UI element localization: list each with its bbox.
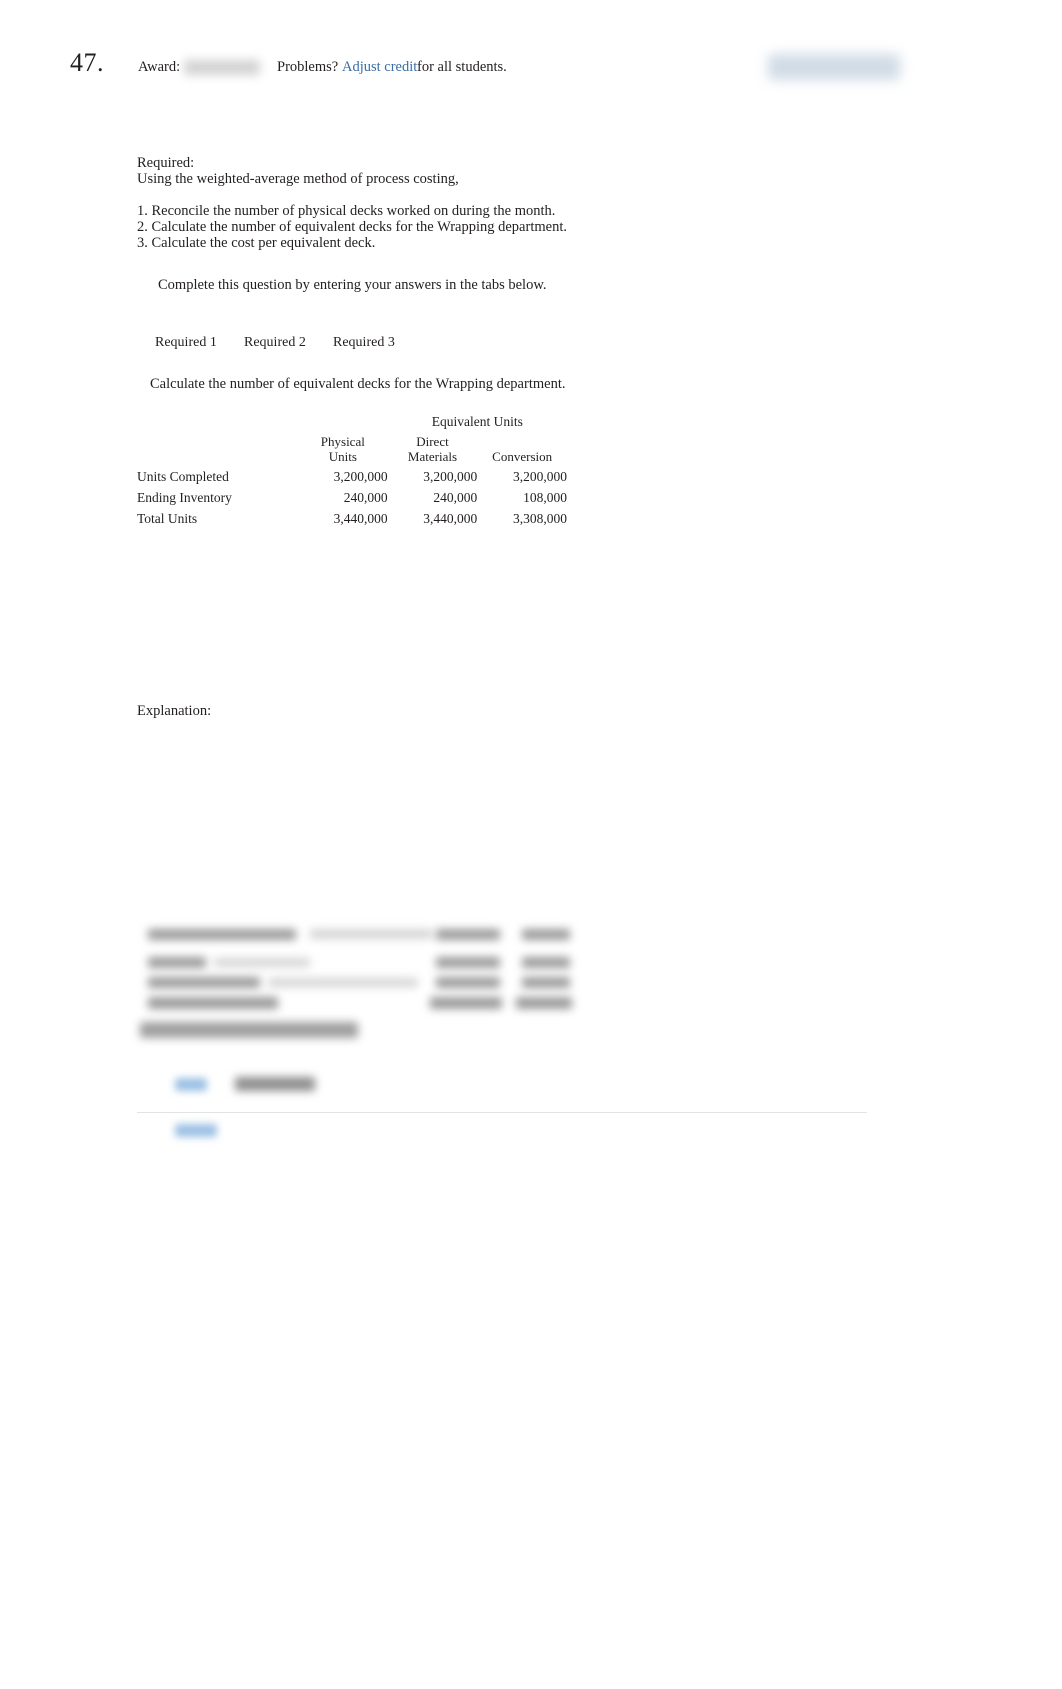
explanation-label: Explanation:: [137, 703, 212, 719]
group-header-spacer: [298, 408, 388, 430]
redacted-text-bar: [268, 978, 418, 987]
cell-units-completed-physical-units: 3,200,000: [333, 469, 388, 484]
tab-required-2[interactable]: Required 2: [244, 335, 306, 351]
table-row: Ending Inventory 240,000 240,000 108,000: [137, 485, 567, 506]
redacted-text-bar: [430, 997, 502, 1009]
cell-ending-inventory-direct-materials: 240,000: [433, 490, 478, 505]
redacted-text-bar: [516, 997, 572, 1009]
redacted-text-bar: [522, 977, 570, 988]
redacted-text-bar: [214, 958, 310, 967]
required-item-2: 2. Calculate the number of equivalent de…: [137, 219, 567, 235]
complete-question-instruction: Complete this question by entering your …: [158, 277, 547, 293]
required-subtitle: Using the weighted-average method of pro…: [137, 171, 459, 187]
redacted-text-bar: [148, 929, 296, 940]
top-right-action-button[interactable]: [768, 54, 900, 80]
award-value-redacted: [184, 60, 260, 75]
table-group-header-row: Equivalent Units: [137, 408, 567, 430]
panel-divider: [137, 1112, 867, 1113]
group-header-equivalent-units: Equivalent Units: [431, 414, 523, 429]
table-column-header-row: Physical Units Direct Materials Conversi…: [137, 430, 567, 464]
required-block: Required: Using the weighted-average met…: [137, 155, 567, 251]
column-header-direct-materials-line1: Direct: [416, 434, 449, 449]
required-title: Required:: [137, 155, 195, 171]
cell-total-units-direct-materials: 3,440,000: [423, 511, 478, 526]
tab-panel-instruction: Calculate the number of equivalent decks…: [150, 376, 566, 392]
table-row: Total Units 3,440,000 3,440,000 3,308,00…: [137, 506, 567, 527]
required-item-3: 3. Calculate the cost per equivalent dec…: [137, 235, 376, 251]
redacted-text-bar: [522, 929, 570, 940]
table-row: Units Completed 3,200,000 3,200,000 3,20…: [137, 464, 567, 485]
required-item-1: 1. Reconcile the number of physical deck…: [137, 203, 556, 219]
column-header-blank: [137, 430, 298, 464]
redacted-text-bar: [436, 957, 500, 968]
redacted-text-bar: [148, 957, 206, 968]
redacted-text-bar: [522, 957, 570, 968]
tab-required-1[interactable]: Required 1: [155, 335, 217, 351]
cell-ending-inventory-physical-units: 240,000: [343, 490, 388, 505]
column-header-physical-units-line2: Units: [328, 448, 357, 464]
table-head: Equivalent Units Physical Units Direct M…: [137, 408, 567, 464]
question-number: 47.: [70, 48, 104, 77]
explanation-caption-redacted: [140, 1022, 358, 1038]
adjust-credit-link[interactable]: Adjust credit: [342, 59, 417, 76]
for-all-students-label: for all students.: [417, 59, 507, 75]
column-header-physical-units: Physical Units: [298, 430, 388, 464]
cell-ending-inventory-conversion: 108,000: [523, 490, 567, 505]
cell-units-completed-conversion: 3,200,000: [513, 469, 567, 484]
column-header-direct-materials: Direct Materials: [388, 430, 478, 464]
tab-required-3[interactable]: Required 3: [333, 335, 395, 351]
explanation-table-redacted: [140, 925, 580, 1017]
column-header-physical-units-line1: Physical: [320, 434, 365, 449]
bottom-secondary-link-redacted[interactable]: [175, 1124, 217, 1137]
cell-units-completed-direct-materials: 3,200,000: [423, 469, 478, 484]
bottom-link-redacted[interactable]: [175, 1078, 207, 1091]
bottom-label-redacted: [235, 1077, 315, 1091]
cell-total-units-conversion: 3,308,000: [513, 511, 567, 526]
question-header: 47. Award: Problems? Adjust credit for a…: [0, 48, 1062, 92]
redacted-text-bar: [148, 977, 260, 988]
redacted-text-bar: [436, 977, 500, 988]
bottom-action-panel: [137, 1060, 867, 1152]
row-label-total-units: Total Units: [137, 511, 198, 526]
group-header-blank: [137, 408, 298, 430]
award-label: Award:: [138, 59, 181, 75]
table-body: Units Completed 3,200,000 3,200,000 3,20…: [137, 464, 567, 527]
problems-label: Problems?: [277, 59, 339, 75]
row-label-units-completed: Units Completed: [137, 469, 229, 484]
column-header-direct-materials-line2: Materials: [407, 448, 458, 464]
equivalent-units-table: Equivalent Units Physical Units Direct M…: [137, 408, 567, 527]
redacted-text-bar: [436, 929, 500, 940]
column-header-conversion: Conversion: [492, 448, 553, 464]
cell-total-units-physical-units: 3,440,000: [333, 511, 388, 526]
row-label-ending-inventory: Ending Inventory: [137, 490, 232, 505]
redacted-text-bar: [148, 997, 278, 1009]
redacted-text-bar: [310, 929, 432, 939]
